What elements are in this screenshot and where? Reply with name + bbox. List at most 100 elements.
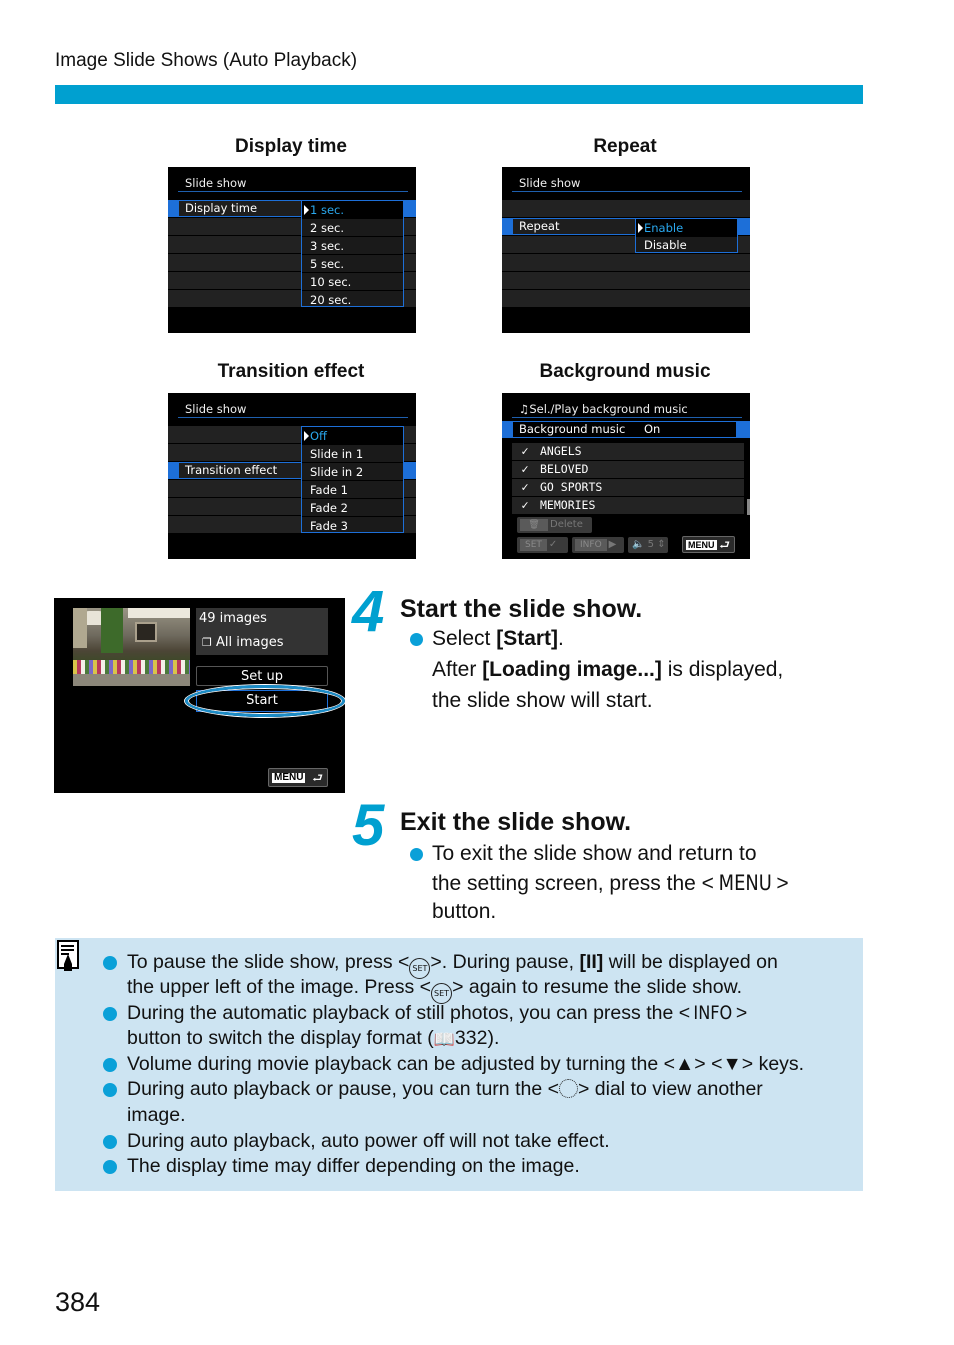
page-number: 384 (55, 1287, 101, 1317)
option-5-sec[interactable]: 5 sec. (302, 255, 403, 273)
note-power-off: During auto playback, auto power off wil… (127, 1130, 610, 1152)
delete-button[interactable]: 🗑 Delete (517, 517, 592, 533)
text: the upper left of the image. Press < (127, 976, 432, 998)
volume-value: 5 (647, 539, 655, 550)
option-off[interactable]: Off (302, 427, 403, 445)
track-row[interactable]: ✓ ANGELS (512, 443, 744, 460)
text: ). (487, 1027, 500, 1049)
option-fade-2[interactable]: Fade 2 (302, 499, 403, 517)
checkmark-icon[interactable]: ✓ (518, 443, 532, 460)
repeat-dropdown[interactable]: Enable Disable (635, 218, 738, 253)
screen-slide-show-start: 49 images ❐ All images Set up Start MENU… (54, 598, 345, 793)
option-2-sec[interactable]: 2 sec. (302, 219, 403, 237)
checkmark-icon[interactable]: ✓ (518, 479, 532, 496)
awning-right (128, 608, 190, 618)
transition-dropdown[interactable]: Off Slide in 1 Slide in 2 Fade 1 Fade 2 … (301, 426, 404, 533)
track-name: BELOVED (540, 462, 589, 476)
text: During the automatic playback of still p… (127, 1002, 691, 1024)
option-fade-1[interactable]: Fade 1 (302, 481, 403, 499)
loading-ref: [Loading image...] (482, 658, 662, 681)
menu-row (502, 272, 750, 289)
music-note-icon: ♫ (519, 402, 530, 416)
option-enable[interactable]: Enable (636, 219, 737, 237)
set-key-label: SET (520, 539, 547, 551)
info-key-icon: INFO (693, 1002, 733, 1024)
stack-icon: ❐ (202, 636, 212, 649)
info-key-label: INFO (575, 539, 607, 551)
track-row[interactable]: ✓ MEMORIES (512, 497, 744, 514)
text: After (432, 658, 483, 681)
text: Select (432, 627, 497, 650)
title-divider (178, 191, 408, 192)
speaker-icon: 🔈 (632, 539, 645, 550)
highlight-ellipse (185, 685, 345, 717)
track-name: ANGELS (540, 444, 582, 458)
menu-key-label: MENU (272, 772, 306, 783)
option-1-sec[interactable]: 1 sec. (302, 201, 403, 219)
option-3-sec[interactable]: 3 sec. (302, 237, 403, 255)
step-4-title: Start the slide show. (400, 595, 643, 623)
flower-bed (73, 660, 190, 674)
setup-button[interactable]: Set up (196, 666, 328, 686)
menu-row (502, 254, 750, 271)
checkmark-icon[interactable]: ✓ (518, 461, 532, 478)
screen-background-music: ♫Sel./Play background music Background m… (502, 393, 750, 559)
section-title: Image Slide Shows (Auto Playback) (55, 50, 358, 71)
text: > (776, 872, 789, 895)
title-divider (512, 191, 742, 192)
image-count: 49 images (199, 611, 267, 626)
step-number-5: 5 (352, 793, 384, 858)
image-filter: ❐ All images (202, 635, 284, 650)
option-slide-in-1[interactable]: Slide in 1 (302, 445, 403, 463)
scrollbar[interactable] (747, 499, 750, 515)
note-pause-2: the upper left of the image. Press < SET >… (127, 975, 742, 1004)
screen-display-time: Slide show Display time 1 sec. 2 sec. 3 … (168, 167, 416, 333)
track-row[interactable]: ✓ GO SPORTS (512, 479, 744, 496)
step-number-4: 4 (352, 579, 384, 644)
setting-label: Repeat (519, 219, 560, 233)
track-name: GO SPORTS (540, 480, 603, 494)
track-row[interactable]: ✓ BELOVED (512, 461, 744, 478)
title-divider (512, 417, 742, 418)
caption-repeat: Repeat (593, 136, 657, 157)
note-info-2: button to switch the display format (📖33… (127, 1026, 499, 1053)
menu-back-button[interactable]: MENU ⮐ (682, 536, 735, 553)
option-10-sec[interactable]: 10 sec. (302, 273, 403, 291)
text: is displayed, (661, 658, 784, 681)
ivy (101, 608, 123, 653)
screen-transition-effect: Slide show Transition effect Off Slide i… (168, 393, 416, 559)
text: button to switch the display format ( (127, 1027, 434, 1049)
volume-control[interactable]: 🔈 5 ⇕ (628, 537, 668, 553)
set-check-button[interactable]: SET ✓ (517, 537, 568, 553)
option-20-sec[interactable]: 20 sec. (302, 291, 403, 309)
text: the setting screen, press the < (432, 872, 714, 895)
option-disable[interactable]: Disable (636, 236, 737, 254)
setting-label: Transition effect (185, 463, 278, 477)
step-5-title: Exit the slide show. (400, 808, 632, 836)
bullet-icon (410, 848, 423, 861)
step-4-detail: After [Loading image...] is displayed, (432, 655, 783, 685)
checkmark-icon[interactable]: ✓ (518, 497, 532, 514)
memo-icon (57, 940, 79, 971)
title-divider (178, 417, 408, 418)
option-slide-in-2[interactable]: Slide in 2 (302, 463, 403, 481)
bullet-icon (103, 1160, 117, 1174)
menu-back-button[interactable]: MENU ⮐ (268, 768, 328, 787)
info-play-button[interactable]: INFO ▶ (572, 537, 624, 553)
screen-title: ♫Sel./Play background music (519, 402, 688, 416)
text: . (558, 627, 564, 650)
caption-background-music: Background music (539, 361, 711, 382)
text: >. During pause, (430, 951, 580, 973)
text: To pause the slide show, press < (127, 951, 410, 973)
book-page-icon: 📖 (433, 1030, 455, 1050)
screen-title: Slide show (519, 176, 581, 190)
page-ref[interactable]: 332 (455, 1027, 488, 1049)
screen-repeat: Slide show Repeat Enable Disable (502, 167, 750, 333)
display-time-dropdown[interactable]: 1 sec. 2 sec. 3 sec. 5 sec. 10 sec. 20 s… (301, 200, 404, 307)
caption-display-time: Display time (235, 136, 347, 157)
step-5-instruction-2: the setting screen, press the < MENU > (432, 868, 789, 899)
text: > (735, 1002, 748, 1024)
play-icon: ▶ (608, 539, 617, 550)
screen-title-text: Sel./Play background music (529, 402, 688, 416)
option-fade-3[interactable]: Fade 3 (302, 517, 403, 535)
